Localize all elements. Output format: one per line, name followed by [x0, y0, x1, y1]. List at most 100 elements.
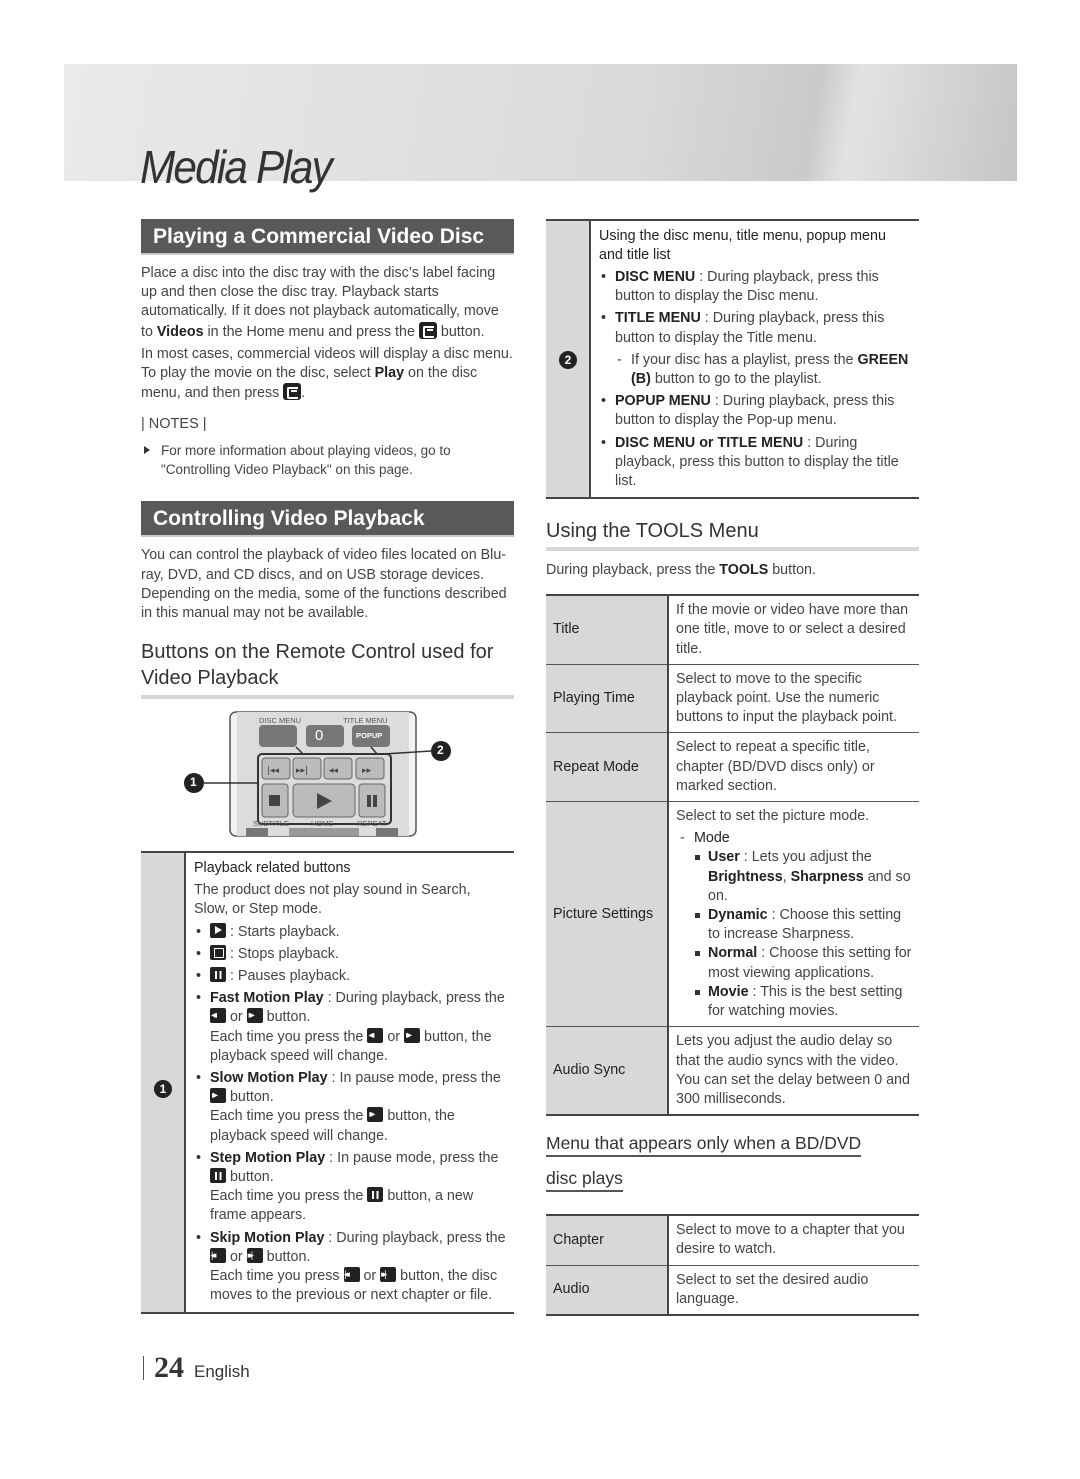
playback-table-title: Playback related buttons [194, 860, 351, 877]
text: or [226, 1009, 247, 1026]
text: If your disc has a playlist, press the [631, 351, 858, 368]
svg-text:▸▸: ▸▸ [362, 766, 372, 776]
enter-button-icon [418, 321, 437, 339]
text: button. [436, 323, 485, 340]
sharpness-term: Sharpness [790, 868, 864, 885]
commercial-paragraph-2: In most cases, commercial videos will di… [141, 345, 514, 404]
popup-key-label: POPUP [356, 731, 383, 741]
skip-forward-icon [246, 1246, 263, 1265]
heading-line-2: disc plays [546, 1168, 623, 1193]
table-row: Picture Settings Select to set the pictu… [546, 801, 919, 1027]
playback-buttons-content: Playback related buttons The product doe… [186, 853, 514, 1311]
bd-dvd-menu-heading: Menu that appears only when a BD/DVD dis… [546, 1126, 919, 1196]
zero-key-label: 0 [315, 727, 324, 745]
remote-buttons-subheading: Buttons on the Remote Control used for V… [141, 639, 514, 700]
text: : During playback, press the [324, 1229, 506, 1246]
picture-settings-intro: Select to set the picture mode. [676, 808, 870, 825]
text: in the Home menu and press the [203, 323, 419, 340]
pause-icon [210, 1168, 226, 1184]
remote-svg: |◂◂ ▸▸| ◂◂ ▸▸ [184, 711, 451, 837]
note-item: For more information about playing video… [141, 441, 514, 479]
note-text: For more information about playing video… [161, 443, 451, 478]
triangle-bullet-icon [144, 446, 150, 455]
row-label: Picture Settings [546, 801, 669, 1027]
row-marker-cell: 2 [546, 221, 591, 498]
remote-control-illustration: |◂◂ ▸▸| ◂◂ ▸▸ DISC MENU TITLE MENU 0 POP… [184, 711, 451, 837]
skip-motion-item: Skip Motion Play : During playback, pres… [194, 1229, 508, 1306]
user-term: User [708, 849, 740, 866]
menu-buttons-content: Using the disc menu, title menu, popup m… [591, 221, 919, 497]
zero-key [306, 725, 344, 748]
marker-1-icon: 1 [154, 1080, 172, 1099]
pause-icon [210, 967, 226, 983]
playback-buttons-table: 1 Playback related buttons The product d… [141, 851, 514, 1314]
text: button. [768, 562, 816, 579]
text: : Starts playback. [229, 923, 340, 940]
page-language: English [194, 1362, 250, 1381]
fast-forward-icon [404, 1026, 421, 1045]
stop-icon [210, 944, 226, 960]
text: button. [226, 1169, 274, 1186]
mode-user: User : Lets you adjust the Brightness, S… [676, 848, 913, 906]
table-row: Audio Select to set the desired audio la… [546, 1264, 919, 1315]
text: : Stops playback. [229, 945, 339, 962]
row-label: Chapter [546, 1215, 669, 1266]
text: : In pause mode, press the [327, 1070, 501, 1087]
play-item: : Starts playback. [194, 922, 508, 942]
svg-text:▸▸|: ▸▸| [296, 766, 308, 776]
home-label: HOME [311, 819, 334, 829]
videos-term: Videos [156, 323, 204, 340]
mode-dynamic: Dynamic : Choose this setting to increas… [676, 906, 913, 944]
text: : In pause mode, press the [325, 1149, 499, 1166]
row-value: Select to move to a chapter that you des… [676, 1222, 905, 1258]
text: or [226, 1248, 247, 1265]
tools-term: TOOLS [719, 562, 769, 579]
title-menu-item: TITLE MENU : During playback, press this… [599, 309, 913, 347]
row-value: Select to set the picture mode. Mode Use… [668, 801, 919, 1027]
text: : During playback, press the [323, 990, 505, 1007]
enter-button-icon [283, 383, 302, 401]
text: or [359, 1268, 381, 1285]
popup-menu-item: POPUP MENU : During playback, press this… [599, 392, 913, 430]
text: : Pauses playback. [229, 968, 350, 985]
menu-buttons-table: 2 Using the disc menu, title menu, popup… [546, 219, 919, 500]
rewind-icon [367, 1026, 384, 1045]
page-footer: 24 English [143, 1351, 250, 1385]
disc-menu-label: DISC MENU [259, 716, 302, 726]
play-icon [210, 922, 226, 938]
text: button. [262, 1248, 311, 1265]
text: Each time you press the [210, 1028, 368, 1045]
dynamic-term: Dynamic [708, 907, 768, 924]
step-motion-label: Step Motion Play [210, 1149, 326, 1166]
mode-normal: Normal : Choose this setting for most vi… [676, 944, 913, 982]
heading-line-1: Menu that appears only when a BD/DVD [546, 1133, 862, 1158]
playlist-note: If your disc has a playlist, press the G… [599, 351, 913, 389]
left-column: Playing a Commercial Video Disc Place a … [141, 219, 514, 1314]
row-label: Playing Time [546, 663, 669, 733]
row-value: Select to repeat a specific title, chapt… [668, 732, 919, 802]
right-column: 2 Using the disc menu, title menu, popup… [546, 219, 919, 1316]
text: Each time you press the [210, 1188, 368, 1205]
row-value: If the movie or video have more than one… [676, 602, 909, 657]
text: button. [226, 1089, 274, 1106]
disc-menu-term: DISC MENU [615, 269, 696, 285]
mode-term: Mode [694, 830, 730, 847]
fast-motion-label: Fast Motion Play [210, 990, 324, 1007]
text: : Lets you adjust the [739, 849, 872, 866]
text: button. [262, 1009, 311, 1026]
skip-forward-icon [380, 1265, 397, 1284]
stop-item: : Stops playback. [194, 944, 508, 964]
table-row: Title If the movie or video have more th… [546, 595, 919, 665]
row-label: Audio Sync [546, 1026, 669, 1116]
mode-heading: Mode [676, 829, 913, 848]
disc-or-title-menu-term: DISC MENU or TITLE MENU [615, 434, 804, 451]
mode-movie: Movie : This is the best setting for wat… [676, 983, 913, 1021]
fast-forward-icon [246, 1006, 263, 1026]
table-row: Repeat Mode Select to repeat a specific … [546, 732, 919, 802]
rewind-icon [210, 1006, 226, 1026]
text: Each time you press [210, 1268, 344, 1285]
normal-term: Normal [708, 945, 758, 962]
movie-term: Movie [708, 983, 749, 1000]
fast-forward-icon [210, 1086, 226, 1105]
text: Each time you press the [210, 1108, 368, 1125]
